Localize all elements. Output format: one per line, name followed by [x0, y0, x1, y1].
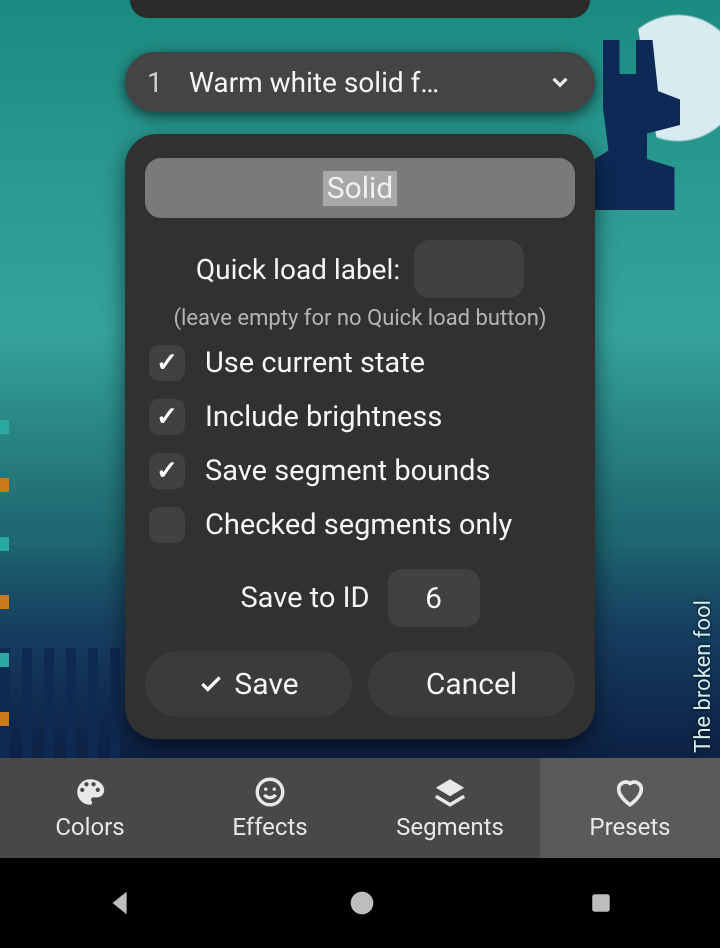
android-home-icon[interactable] — [345, 886, 379, 920]
preset-name: Warm white solid f… — [189, 66, 533, 99]
tab-effects[interactable]: Effects — [180, 758, 360, 858]
check-row-include-brightness[interactable]: Include brightness — [145, 399, 575, 435]
check-row-checked-only[interactable]: Checked segments only — [145, 507, 575, 543]
checkbox-include-brightness[interactable] — [149, 399, 185, 435]
save-to-id-label: Save to ID — [240, 581, 369, 615]
checkbox-label: Include brightness — [205, 400, 442, 434]
preset-name-input[interactable]: Solid — [145, 158, 575, 218]
save-preset-panel: Solid Quick load label: (leave empty for… — [125, 134, 595, 739]
check-row-use-state[interactable]: Use current state — [145, 345, 575, 381]
tab-presets[interactable]: Presets — [540, 758, 720, 858]
tab-label: Presets — [589, 813, 670, 841]
android-recents-icon[interactable] — [586, 888, 616, 918]
cancel-button-label: Cancel — [426, 667, 517, 702]
checkbox-label: Use current state — [205, 346, 425, 380]
check-icon — [198, 671, 224, 697]
save-button-label: Save — [234, 667, 298, 702]
heart-icon — [613, 775, 647, 809]
smile-icon — [253, 775, 287, 809]
android-nav-bar — [0, 858, 720, 948]
preset-id: 1 — [147, 66, 189, 99]
previous-panel-sliver — [130, 0, 590, 18]
checkbox-save-bounds[interactable] — [149, 453, 185, 489]
tab-segments[interactable]: Segments — [360, 758, 540, 858]
save-button[interactable]: Save — [145, 651, 352, 717]
chevron-down-icon — [547, 69, 573, 95]
checkbox-checked-only[interactable] — [149, 507, 185, 543]
quick-load-hint: (leave empty for no Quick load button) — [145, 306, 575, 331]
quick-load-label: Quick load label: — [196, 253, 400, 286]
palette-icon — [73, 775, 107, 809]
checkbox-list: Use current state Include brightness Sav… — [145, 345, 575, 543]
android-back-icon[interactable] — [104, 886, 138, 920]
checkbox-use-state[interactable] — [149, 345, 185, 381]
save-to-id-input[interactable]: 6 — [388, 569, 480, 627]
tab-label: Segments — [396, 813, 504, 841]
wallpaper-credit: The broken fool — [691, 600, 716, 753]
checkbox-label: Save segment bounds — [205, 454, 491, 488]
quick-load-input[interactable] — [414, 240, 524, 298]
tab-label: Effects — [232, 813, 307, 841]
preset-name-value: Solid — [323, 171, 397, 206]
bottom-tab-bar: Colors Effects Segments Presets — [0, 758, 720, 858]
layers-icon — [433, 775, 467, 809]
preset-selector[interactable]: 1 Warm white solid f… — [125, 52, 595, 112]
tab-colors[interactable]: Colors — [0, 758, 180, 858]
cancel-button[interactable]: Cancel — [368, 651, 575, 717]
tab-label: Colors — [55, 813, 124, 841]
checkbox-label: Checked segments only — [205, 508, 512, 542]
check-row-save-bounds[interactable]: Save segment bounds — [145, 453, 575, 489]
